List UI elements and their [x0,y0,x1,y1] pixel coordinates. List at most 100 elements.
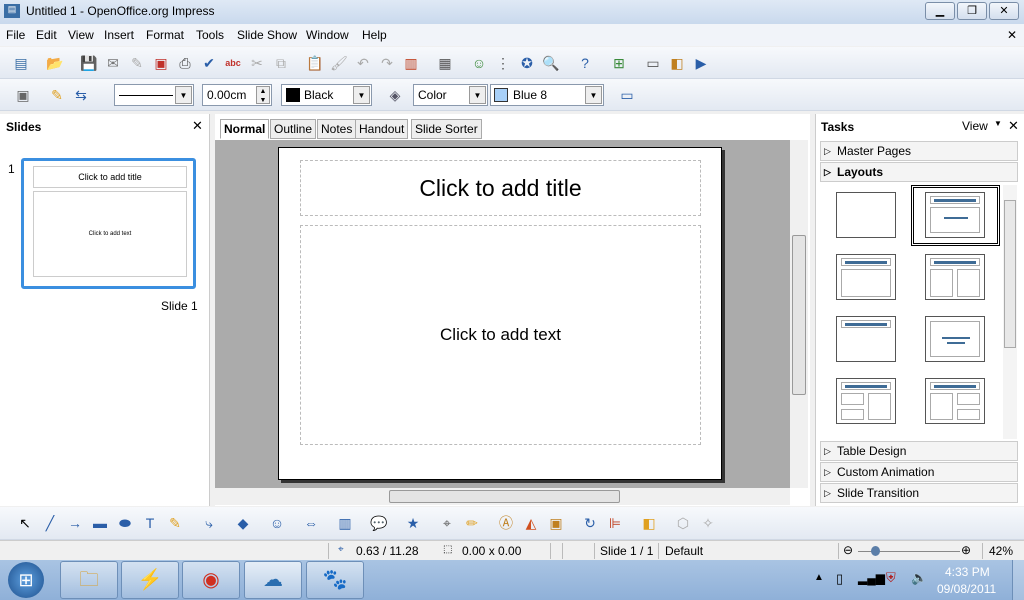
layout-title-content-2-content[interactable] [925,378,985,424]
menu-window[interactable]: Window [306,28,349,42]
close-document-button[interactable]: ✕ [1007,28,1017,42]
section-master-pages[interactable]: Master Pages [820,141,1018,161]
line-icon[interactable]: ✎ [48,86,66,104]
section-table-design[interactable]: Table Design [820,441,1018,461]
view-menu-button[interactable]: View [962,119,988,133]
arrange-icon[interactable]: ◧ [640,514,658,532]
gallery-icon[interactable]: ▣ [547,514,565,532]
menu-format[interactable]: Format [146,28,184,42]
title-placeholder[interactable]: Click to add title [300,160,701,216]
zoom-in-icon[interactable]: ⊕ [961,543,971,557]
clone-format-icon[interactable]: 🖌 [330,54,348,72]
slide[interactable]: Click to add title Click to add text [278,147,722,480]
save-icon[interactable]: 💾 [80,54,98,72]
emoticon-icon[interactable]: ☺ [470,54,488,72]
slide-thumbnail[interactable]: Click to add title Click to add text [21,158,196,289]
network-icon[interactable]: ▂▄▆ [858,571,885,585]
cut-icon[interactable]: ✂ [248,54,266,72]
print-icon[interactable]: ⎙ [176,54,194,72]
layout-title-2-content[interactable] [925,254,985,300]
close-button[interactable]: ✕ [989,2,1019,20]
arrow-style-icon[interactable]: ⇆ [72,86,90,104]
navigator-icon[interactable]: ✪ [518,54,536,72]
section-layouts[interactable]: Layouts [820,162,1018,182]
text-icon[interactable]: T [141,514,159,532]
chevron-down-icon[interactable]: ▼ [469,86,486,104]
layout-centered-text[interactable] [925,316,985,362]
clock-date[interactable]: 09/08/2011 [937,582,996,596]
open-icon[interactable]: 📂 [46,54,64,72]
extrusion-icon[interactable]: ⬡ [674,514,692,532]
scroll-thumb[interactable] [792,235,806,395]
email-icon[interactable]: ✉ [104,54,122,72]
glue-points-icon[interactable]: ✏ [463,514,481,532]
chart-icon[interactable]: ▥ [402,54,420,72]
line-width-input[interactable]: 0.00cm ▲ ▼ [202,84,272,106]
basic-shapes-icon[interactable]: ◆ [234,514,252,532]
area-icon[interactable]: ◈ [386,86,404,104]
slide-show-icon[interactable]: ▶ [692,54,710,72]
stars-icon[interactable]: ★ [404,514,422,532]
scroll-thumb[interactable] [389,490,620,503]
fontwork-icon[interactable]: Ⓐ [497,514,515,532]
stepper-icon[interactable]: ▲ ▼ [256,86,270,104]
section-custom-animation[interactable]: Custom Animation [820,462,1018,482]
explorer-taskbar-button[interactable]: 🗀 [60,561,118,599]
tab-handout[interactable]: Handout [355,119,409,139]
close-tasks-pane-icon[interactable]: ✕ [1008,118,1019,134]
menu-help[interactable]: Help [362,28,387,42]
menu-insert[interactable]: Insert [104,28,134,42]
section-slide-transition[interactable]: Slide Transition [820,483,1018,503]
minimize-button[interactable]: ▁ [925,2,955,20]
autospellcheck-icon[interactable]: abc [224,54,242,72]
export-pdf-icon[interactable]: ▣ [152,54,170,72]
slide-layout-icon[interactable]: ▭ [644,54,662,72]
gimp-taskbar-button[interactable]: 🐾 [306,561,364,599]
menu-view[interactable]: View [68,28,94,42]
layout-title-only[interactable] [836,316,896,362]
chevron-down-icon[interactable]: ▼ [175,86,192,104]
copy-icon[interactable]: ⧉ [272,54,290,72]
new-slide-icon[interactable]: ⊞ [610,54,628,72]
chevron-down-icon[interactable]: ▼ [353,86,370,104]
paste-icon[interactable]: 📋 [306,54,324,72]
block-arrows-icon[interactable]: ⇔ [302,514,320,532]
layout-title-2-content-content[interactable] [836,378,896,424]
area-style-select[interactable]: Color ▼ [413,84,488,106]
table-icon[interactable]: ▦ [436,54,454,72]
layout-blank[interactable] [836,192,896,238]
new-icon[interactable]: ▤ [12,54,30,72]
security-icon[interactable]: ⛨ [886,570,896,586]
select-icon[interactable]: ↖ [16,514,34,532]
edit-file-icon[interactable]: ✎ [128,54,146,72]
show-desktop-button[interactable] [1012,560,1024,600]
redo-icon[interactable]: ↷ [378,54,396,72]
connector-icon[interactable]: ⤷ [200,514,218,532]
line-style-select[interactable]: ▼ [114,84,194,106]
close-slides-pane-icon[interactable]: ✕ [192,118,203,134]
line-color-select[interactable]: Black ▼ [281,84,372,106]
toolbar-icon[interactable]: ▣ [14,86,32,104]
volume-icon[interactable]: 🔈 [911,570,927,586]
spellcheck-icon[interactable]: ✔ [200,54,218,72]
menu-file[interactable]: File [6,28,25,42]
tab-normal[interactable]: Normal [220,119,270,139]
show-hidden-icons[interactable]: ▲ [814,572,824,583]
maximize-button[interactable]: ❐ [957,2,987,20]
layout-title-content-2[interactable] [836,254,896,300]
curve-icon[interactable]: ✎ [166,514,184,532]
grid-icon[interactable]: ⋮ [494,54,512,72]
tab-notes[interactable]: Notes [317,119,357,139]
tab-outline[interactable]: Outline [270,119,317,139]
arrow-tool-icon[interactable]: → [66,514,84,532]
zoom-slider-handle[interactable] [871,546,881,556]
battery-icon[interactable]: ▯ [836,571,843,587]
rectangle-icon[interactable]: ▬ [91,514,109,532]
menu-edit[interactable]: Edit [36,28,57,42]
horizontal-scrollbar[interactable] [215,488,790,505]
scroll-thumb[interactable] [1004,200,1016,348]
text-placeholder[interactable]: Click to add text [300,225,701,445]
layout-title-content[interactable] [925,192,985,238]
start-button[interactable]: ⊞ [8,562,44,598]
winamp-taskbar-button[interactable]: ⚡ [121,561,179,599]
